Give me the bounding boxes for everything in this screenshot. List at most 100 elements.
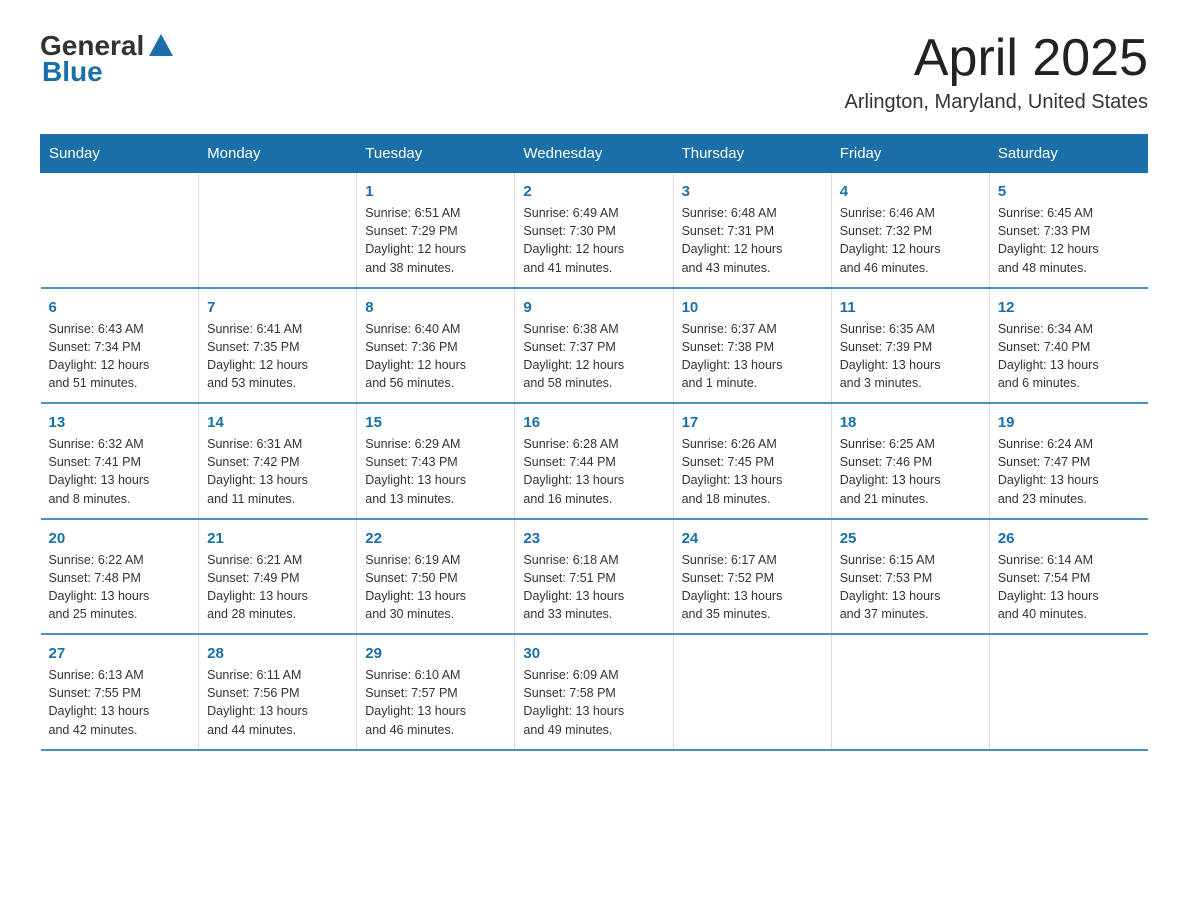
calendar-cell: 21 Sunrise: 6:21 AMSunset: 7:49 PMDayligh… (199, 519, 357, 635)
day-info: Sunrise: 6:48 AMSunset: 7:31 PMDaylight:… (682, 204, 823, 277)
header-cell-sunday: Sunday (41, 135, 199, 173)
day-info: Sunrise: 6:35 AMSunset: 7:39 PMDaylight:… (840, 320, 981, 393)
day-info: Sunrise: 6:43 AMSunset: 7:34 PMDaylight:… (49, 320, 191, 393)
title-block: April 2025 Arlington, Maryland, United S… (845, 30, 1149, 114)
calendar-week-1: 1Sunrise: 6:51 AMSunset: 7:29 PMDaylight… (41, 173, 1148, 288)
day-info: Sunrise: 6:18 AMSunset: 7:51 PMDaylight:… (523, 551, 664, 624)
logo-triangle-icon (149, 34, 173, 56)
day-number: 13 (49, 414, 191, 431)
calendar-table: SundayMondayTuesdayWednesdayThursdayFrid… (40, 134, 1148, 751)
calendar-cell: 16 Sunrise: 6:28 AMSunset: 7:44 PMDayligh… (515, 403, 673, 519)
calendar-cell: 22 Sunrise: 6:19 AMSunset: 7:50 PMDayligh… (357, 519, 515, 635)
header-cell-thursday: Thursday (673, 135, 831, 173)
calendar-week-3: 13 Sunrise: 6:32 AMSunset: 7:41 PMDayligh… (41, 403, 1148, 519)
day-number: 25 (840, 530, 981, 547)
day-number: 29 (365, 645, 506, 662)
calendar-cell: 20 Sunrise: 6:22 AMSunset: 7:48 PMDayligh… (41, 519, 199, 635)
header-row: SundayMondayTuesdayWednesdayThursdayFrid… (41, 135, 1148, 173)
day-number: 20 (49, 530, 191, 547)
calendar-cell: 24 Sunrise: 6:17 AMSunset: 7:52 PMDayligh… (673, 519, 831, 635)
calendar-cell: 6 Sunrise: 6:43 AMSunset: 7:34 PMDaylight… (41, 288, 199, 404)
day-info: Sunrise: 6:37 AMSunset: 7:38 PMDaylight:… (682, 320, 823, 393)
calendar-cell: 10 Sunrise: 6:37 AMSunset: 7:38 PMDayligh… (673, 288, 831, 404)
day-number: 9 (523, 299, 664, 316)
calendar-header: SundayMondayTuesdayWednesdayThursdayFrid… (41, 135, 1148, 173)
day-info: Sunrise: 6:14 AMSunset: 7:54 PMDaylight:… (998, 551, 1140, 624)
day-number: 23 (523, 530, 664, 547)
calendar-cell: 11 Sunrise: 6:35 AMSunset: 7:39 PMDayligh… (831, 288, 989, 404)
day-info: Sunrise: 6:26 AMSunset: 7:45 PMDaylight:… (682, 435, 823, 508)
day-info: Sunrise: 6:28 AMSunset: 7:44 PMDaylight:… (523, 435, 664, 508)
day-number: 21 (207, 530, 348, 547)
day-number: 8 (365, 299, 506, 316)
header-cell-friday: Friday (831, 135, 989, 173)
day-number: 24 (682, 530, 823, 547)
calendar-cell (831, 634, 989, 750)
day-number: 30 (523, 645, 664, 662)
day-info: Sunrise: 6:09 AMSunset: 7:58 PMDaylight:… (523, 666, 664, 739)
day-info: Sunrise: 6:17 AMSunset: 7:52 PMDaylight:… (682, 551, 823, 624)
day-number: 19 (998, 414, 1140, 431)
day-number: 5 (998, 183, 1140, 200)
day-info: Sunrise: 6:46 AMSunset: 7:32 PMDaylight:… (840, 204, 981, 277)
day-info: Sunrise: 6:29 AMSunset: 7:43 PMDaylight:… (365, 435, 506, 508)
day-number: 28 (207, 645, 348, 662)
day-info: Sunrise: 6:32 AMSunset: 7:41 PMDaylight:… (49, 435, 191, 508)
day-number: 27 (49, 645, 191, 662)
calendar-cell: 9 Sunrise: 6:38 AMSunset: 7:37 PMDaylight… (515, 288, 673, 404)
calendar-cell (199, 173, 357, 288)
day-info: Sunrise: 6:15 AMSunset: 7:53 PMDaylight:… (840, 551, 981, 624)
day-info: Sunrise: 6:49 AMSunset: 7:30 PMDaylight:… (523, 204, 664, 277)
calendar-cell: 13 Sunrise: 6:32 AMSunset: 7:41 PMDayligh… (41, 403, 199, 519)
day-info: Sunrise: 6:45 AMSunset: 7:33 PMDaylight:… (998, 204, 1140, 277)
day-info: Sunrise: 6:10 AMSunset: 7:57 PMDaylight:… (365, 666, 506, 739)
calendar-cell: 23 Sunrise: 6:18 AMSunset: 7:51 PMDayligh… (515, 519, 673, 635)
day-info: Sunrise: 6:40 AMSunset: 7:36 PMDaylight:… (365, 320, 506, 393)
day-number: 10 (682, 299, 823, 316)
page-subtitle: Arlington, Maryland, United States (845, 91, 1149, 114)
day-number: 15 (365, 414, 506, 431)
calendar-cell: 12Sunrise: 6:34 AMSunset: 7:40 PMDayligh… (989, 288, 1147, 404)
day-info: Sunrise: 6:25 AMSunset: 7:46 PMDaylight:… (840, 435, 981, 508)
logo: General Blue (40, 30, 173, 88)
calendar-cell: 15 Sunrise: 6:29 AMSunset: 7:43 PMDayligh… (357, 403, 515, 519)
calendar-cell: 1Sunrise: 6:51 AMSunset: 7:29 PMDaylight… (357, 173, 515, 288)
day-number: 4 (840, 183, 981, 200)
day-number: 18 (840, 414, 981, 431)
calendar-cell: 7Sunrise: 6:41 AMSunset: 7:35 PMDaylight… (199, 288, 357, 404)
day-info: Sunrise: 6:11 AMSunset: 7:56 PMDaylight:… (207, 666, 348, 739)
logo-blue: Blue (42, 56, 103, 88)
day-number: 14 (207, 414, 348, 431)
day-number: 16 (523, 414, 664, 431)
calendar-cell: 2 Sunrise: 6:49 AMSunset: 7:30 PMDaylight… (515, 173, 673, 288)
day-info: Sunrise: 6:38 AMSunset: 7:37 PMDaylight:… (523, 320, 664, 393)
calendar-cell: 30 Sunrise: 6:09 AMSunset: 7:58 PMDayligh… (515, 634, 673, 750)
day-info: Sunrise: 6:21 AMSunset: 7:49 PMDaylight:… (207, 551, 348, 624)
day-info: Sunrise: 6:41 AMSunset: 7:35 PMDaylight:… (207, 320, 348, 393)
day-info: Sunrise: 6:51 AMSunset: 7:29 PMDaylight:… (365, 204, 506, 277)
calendar-body: 1Sunrise: 6:51 AMSunset: 7:29 PMDaylight… (41, 173, 1148, 750)
day-number: 6 (49, 299, 191, 316)
calendar-cell: 14Sunrise: 6:31 AMSunset: 7:42 PMDayligh… (199, 403, 357, 519)
day-number: 12 (998, 299, 1140, 316)
day-info: Sunrise: 6:22 AMSunset: 7:48 PMDaylight:… (49, 551, 191, 624)
calendar-week-5: 27Sunrise: 6:13 AMSunset: 7:55 PMDayligh… (41, 634, 1148, 750)
day-number: 22 (365, 530, 506, 547)
calendar-cell: 28 Sunrise: 6:11 AMSunset: 7:56 PMDayligh… (199, 634, 357, 750)
calendar-cell: 19Sunrise: 6:24 AMSunset: 7:47 PMDayligh… (989, 403, 1147, 519)
day-number: 11 (840, 299, 981, 316)
calendar-cell: 25 Sunrise: 6:15 AMSunset: 7:53 PMDayligh… (831, 519, 989, 635)
calendar-cell: 17 Sunrise: 6:26 AMSunset: 7:45 PMDayligh… (673, 403, 831, 519)
page-title: April 2025 (845, 30, 1149, 87)
day-info: Sunrise: 6:19 AMSunset: 7:50 PMDaylight:… (365, 551, 506, 624)
calendar-cell: 18 Sunrise: 6:25 AMSunset: 7:46 PMDayligh… (831, 403, 989, 519)
calendar-cell: 26Sunrise: 6:14 AMSunset: 7:54 PMDayligh… (989, 519, 1147, 635)
header-cell-wednesday: Wednesday (515, 135, 673, 173)
calendar-cell (673, 634, 831, 750)
header-cell-saturday: Saturday (989, 135, 1147, 173)
calendar-cell: 29 Sunrise: 6:10 AMSunset: 7:57 PMDayligh… (357, 634, 515, 750)
day-number: 2 (523, 183, 664, 200)
day-number: 17 (682, 414, 823, 431)
calendar-cell: 5 Sunrise: 6:45 AMSunset: 7:33 PMDaylight… (989, 173, 1147, 288)
calendar-cell: 4 Sunrise: 6:46 AMSunset: 7:32 PMDaylight… (831, 173, 989, 288)
